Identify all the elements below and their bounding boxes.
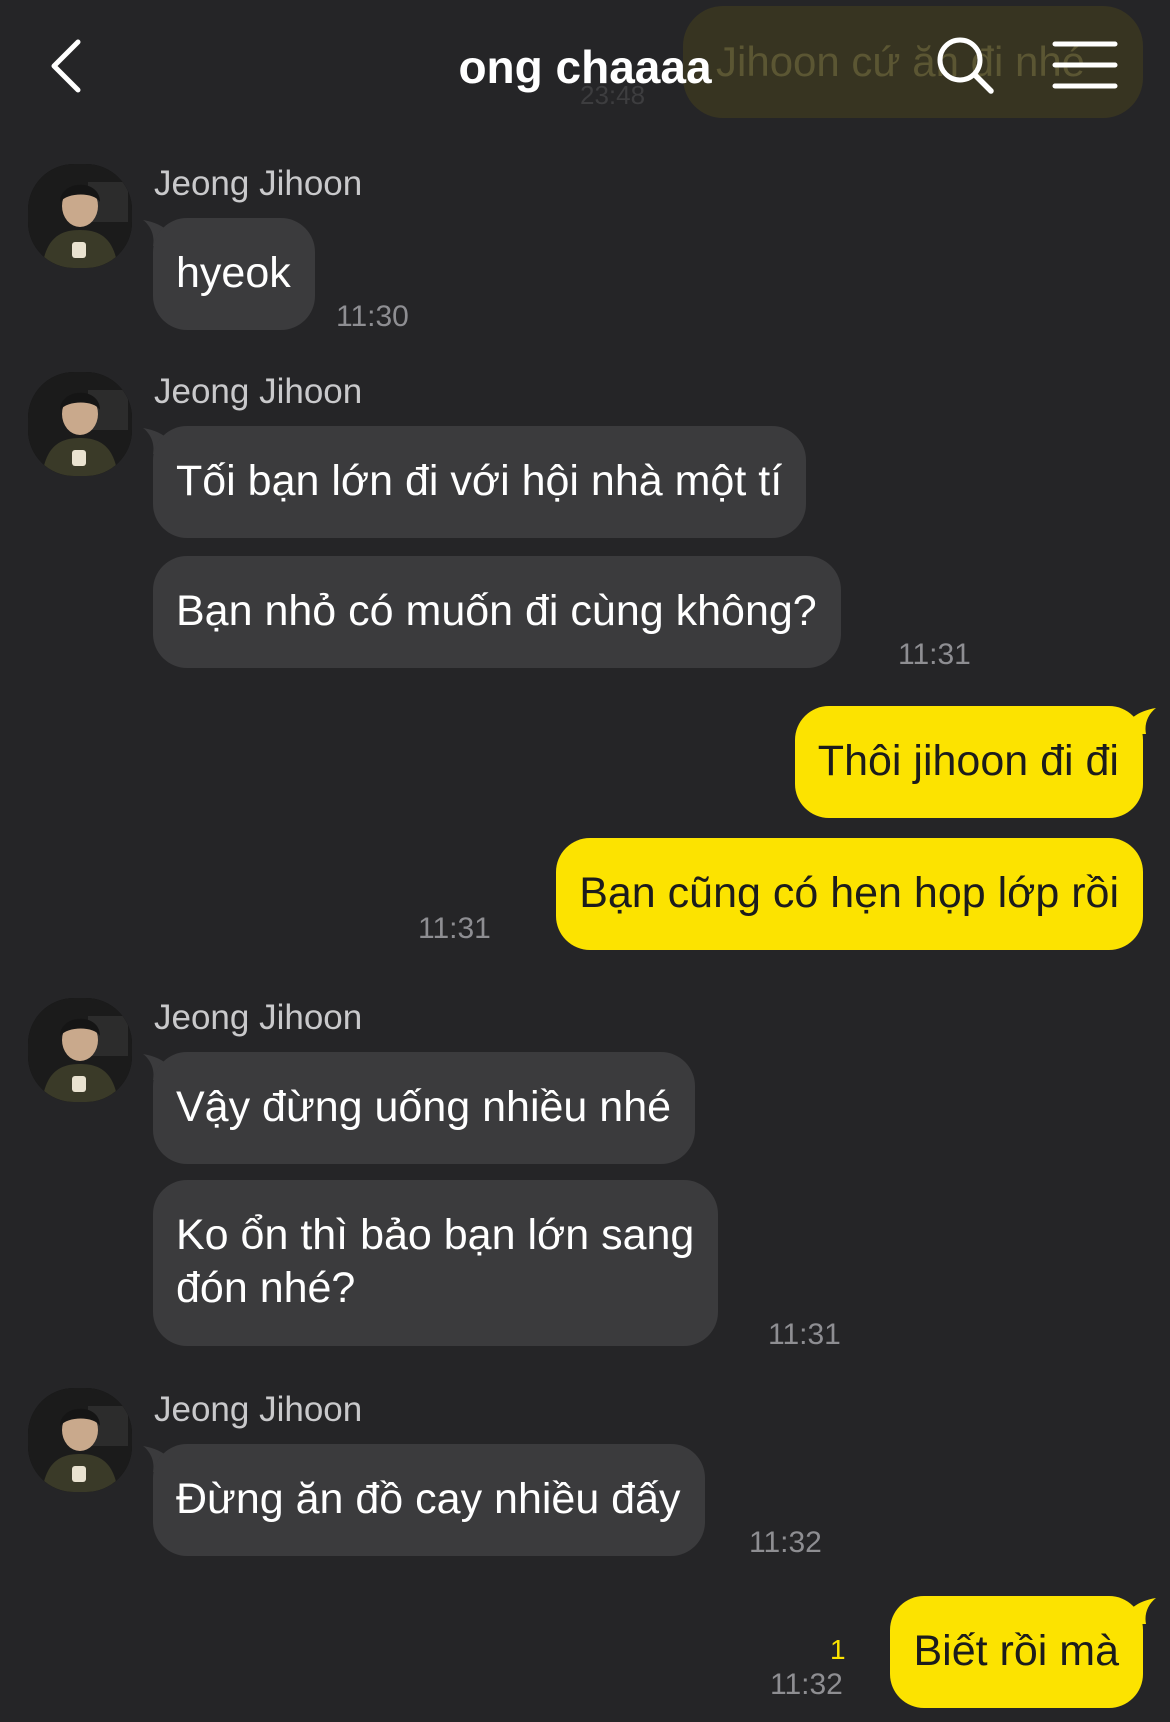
sender-name: Jeong Jihoon (154, 1390, 363, 1429)
message-bubble[interactable]: hyeok (153, 218, 315, 330)
message-line: đón nhé? (176, 1264, 356, 1312)
profile-photo (28, 372, 132, 476)
sender-name: Jeong Jihoon (154, 164, 363, 203)
avatar[interactable] (28, 372, 132, 476)
unread-count: 1 (830, 1634, 846, 1665)
profile-photo (28, 998, 132, 1102)
message-time: 11:31 (898, 638, 971, 671)
search-button[interactable] (934, 34, 996, 96)
bubble-tail (1130, 708, 1156, 734)
hamburger-menu-icon (1052, 41, 1118, 89)
message-time: 11:32 (770, 1668, 843, 1701)
message-bubble-multiline[interactable]: Ko ổn thì bảo bạn lớn sang đón nhé? (153, 1180, 719, 1346)
bubble-tail (1130, 1598, 1156, 1624)
chat-header: ong chaaaa (0, 0, 1170, 130)
message-bubble[interactable]: Bạn cũng có hẹn họp lớp rồi (556, 838, 1143, 950)
sender-name: Jeong Jihoon (154, 998, 363, 1037)
message-time: 11:30 (336, 300, 409, 333)
message-time: 11:31 (768, 1318, 841, 1351)
message-bubble[interactable]: Bạn nhỏ có muốn đi cùng không? (153, 556, 841, 668)
menu-button[interactable] (1052, 38, 1118, 92)
message-bubble[interactable]: Biết rồi mà (890, 1596, 1143, 1708)
message-time: 11:32 (749, 1526, 822, 1559)
message-bubble[interactable]: Thôi jihoon đi đi (794, 706, 1143, 818)
message-bubble[interactable]: Đừng ăn đồ cay nhiều đấy (153, 1444, 705, 1556)
message-bubble[interactable]: Vậy đừng uống nhiều nhé (153, 1052, 696, 1164)
profile-photo (28, 1388, 132, 1492)
search-icon (937, 37, 994, 94)
message-time: 11:31 (418, 912, 491, 945)
avatar[interactable] (28, 1388, 132, 1492)
profile-photo (28, 164, 132, 268)
avatar[interactable] (28, 164, 132, 268)
sender-name: Jeong Jihoon (154, 372, 363, 411)
message-line: Ko ổn thì bảo bạn lớn sang (176, 1211, 695, 1259)
avatar[interactable] (28, 998, 132, 1102)
message-bubble[interactable]: Tối bạn lớn đi với hội nhà một tí (153, 426, 807, 538)
